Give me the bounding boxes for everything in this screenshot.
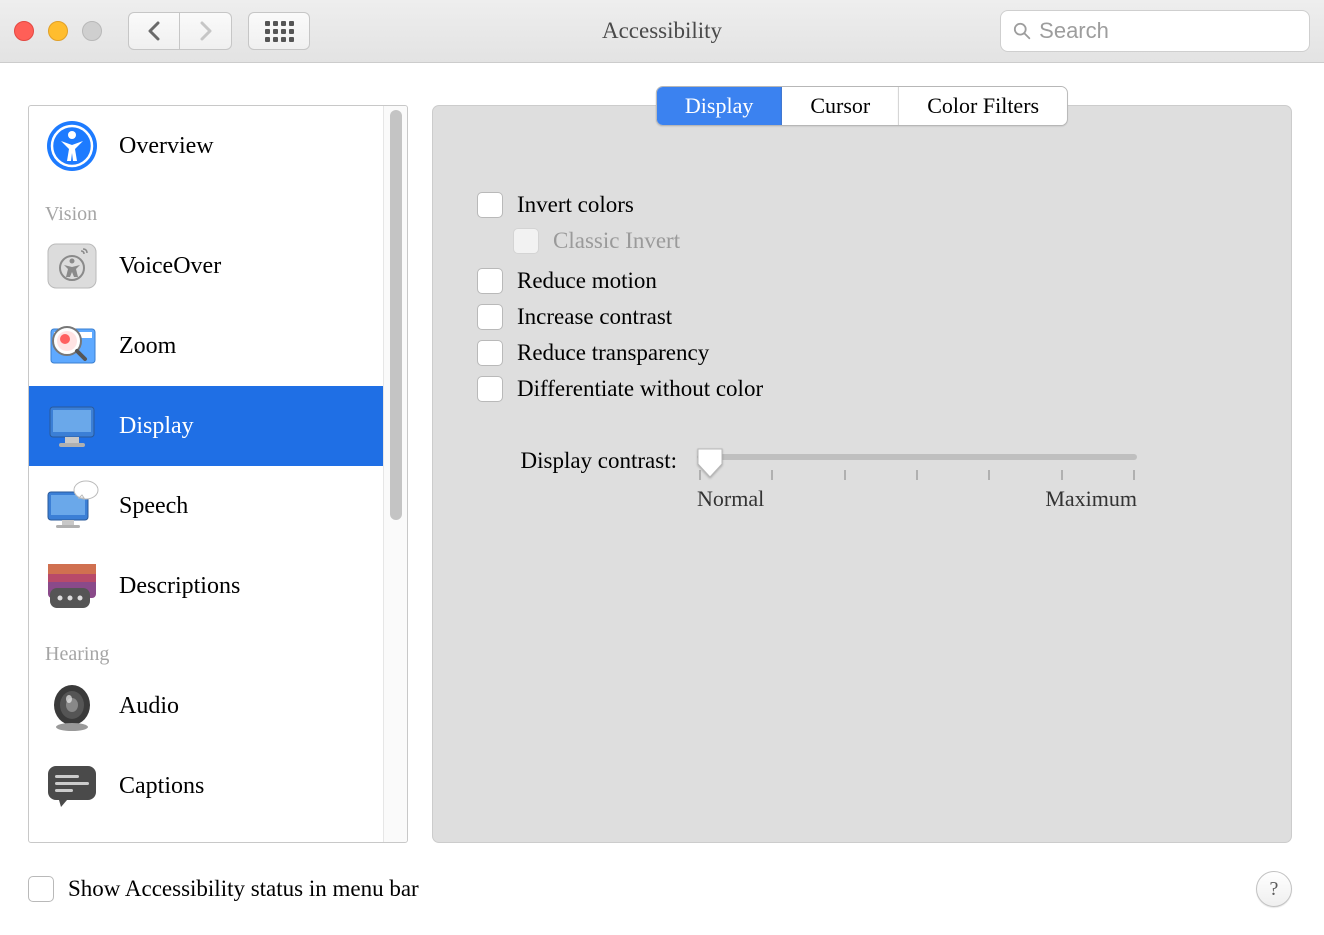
scrollbar-thumb[interactable]	[390, 110, 402, 520]
overview-icon	[43, 117, 101, 175]
maximize-window-button	[82, 21, 102, 41]
search-input[interactable]	[1039, 18, 1297, 44]
reduce-motion-label: Reduce motion	[517, 268, 657, 294]
reduce-motion-checkbox[interactable]	[477, 268, 503, 294]
classic-invert-label: Classic Invert	[553, 228, 680, 254]
reduce-transparency-row: Reduce transparency	[477, 340, 1247, 366]
search-container	[1000, 10, 1310, 52]
sidebar-item-label: Zoom	[119, 333, 176, 360]
grid-icon	[265, 21, 294, 42]
slider-ticks	[697, 470, 1137, 480]
invert-colors-label: Invert colors	[517, 192, 634, 218]
panel-content: Invert colors Classic Invert Reduce moti…	[433, 106, 1291, 552]
classic-invert-checkbox	[513, 228, 539, 254]
close-window-button[interactable]	[14, 21, 34, 41]
back-button[interactable]	[128, 12, 180, 50]
sidebar-item-speech[interactable]: Speech	[29, 466, 383, 546]
slider-track	[697, 454, 1137, 460]
contrast-label: Display contrast:	[477, 448, 677, 474]
descriptions-icon	[43, 557, 101, 615]
sidebar-item-overview[interactable]: Overview	[29, 106, 383, 186]
sidebar-item-captions[interactable]: Captions	[29, 746, 383, 826]
increase-contrast-label: Increase contrast	[517, 304, 672, 330]
sidebar: Overview Vision VoiceOver Zoom Display	[28, 105, 408, 843]
increase-contrast-checkbox[interactable]	[477, 304, 503, 330]
tab-display[interactable]: Display	[657, 87, 782, 125]
sidebar-item-voiceover[interactable]: VoiceOver	[29, 226, 383, 306]
reduce-transparency-label: Reduce transparency	[517, 340, 709, 366]
settings-panel: Display Cursor Color Filters Invert colo…	[432, 105, 1292, 843]
nav-buttons	[128, 12, 232, 50]
slider-min-label: Normal	[697, 486, 764, 512]
voiceover-icon	[43, 237, 101, 295]
differentiate-without-color-checkbox[interactable]	[477, 376, 503, 402]
contrast-slider-block: Display contrast: Normal Maximum	[477, 448, 1247, 512]
differentiate-without-color-row: Differentiate without color	[477, 376, 1247, 402]
sidebar-item-label: VoiceOver	[119, 253, 221, 280]
help-icon: ?	[1270, 878, 1279, 901]
zoom-icon	[43, 317, 101, 375]
titlebar: Accessibility	[0, 0, 1324, 63]
sidebar-item-display[interactable]: Display	[29, 386, 383, 466]
reduce-motion-row: Reduce motion	[477, 268, 1247, 294]
captions-icon	[43, 757, 101, 815]
slider-thumb[interactable]	[695, 446, 725, 485]
content-area: Overview Vision VoiceOver Zoom Display	[0, 63, 1324, 843]
search-icon	[1013, 21, 1031, 41]
classic-invert-row: Classic Invert	[477, 228, 1247, 254]
sidebar-item-label: Audio	[119, 693, 179, 720]
audio-icon	[43, 677, 101, 735]
minimize-window-button[interactable]	[48, 21, 68, 41]
tab-color-filters[interactable]: Color Filters	[899, 87, 1067, 125]
status-menubar-checkbox[interactable]	[28, 876, 54, 902]
show-all-button[interactable]	[248, 12, 310, 50]
tab-control: Display Cursor Color Filters	[656, 86, 1068, 126]
invert-colors-row: Invert colors	[477, 192, 1247, 218]
search-field[interactable]	[1000, 10, 1310, 52]
sidebar-item-label: Captions	[119, 773, 204, 800]
sidebar-item-zoom[interactable]: Zoom	[29, 306, 383, 386]
differentiate-without-color-label: Differentiate without color	[517, 376, 763, 402]
display-icon	[43, 397, 101, 455]
speech-icon	[43, 477, 101, 535]
forward-button	[180, 12, 232, 50]
reduce-transparency-checkbox[interactable]	[477, 340, 503, 366]
window-title: Accessibility	[602, 18, 722, 44]
contrast-slider[interactable]: Normal Maximum	[697, 448, 1137, 512]
invert-colors-checkbox[interactable]	[477, 192, 503, 218]
tab-cursor[interactable]: Cursor	[782, 87, 899, 125]
help-button[interactable]: ?	[1256, 871, 1292, 907]
sidebar-item-audio[interactable]: Audio	[29, 666, 383, 746]
status-menubar-label: Show Accessibility status in menu bar	[68, 876, 419, 902]
sidebar-section-vision: Vision	[29, 186, 383, 226]
footer: Show Accessibility status in menu bar ?	[28, 871, 1292, 907]
status-menubar-row: Show Accessibility status in menu bar	[28, 876, 419, 902]
slider-end-labels: Normal Maximum	[697, 486, 1137, 512]
sidebar-item-label: Overview	[119, 133, 214, 160]
sidebar-item-label: Display	[119, 413, 194, 440]
sidebar-scrollbar[interactable]	[383, 106, 407, 842]
increase-contrast-row: Increase contrast	[477, 304, 1247, 330]
sidebar-section-hearing: Hearing	[29, 626, 383, 666]
sidebar-item-label: Speech	[119, 493, 188, 520]
sidebar-list[interactable]: Overview Vision VoiceOver Zoom Display	[29, 106, 383, 842]
sidebar-item-label: Descriptions	[119, 573, 240, 600]
sidebar-item-descriptions[interactable]: Descriptions	[29, 546, 383, 626]
slider-max-label: Maximum	[1045, 486, 1137, 512]
window-controls	[14, 21, 102, 41]
